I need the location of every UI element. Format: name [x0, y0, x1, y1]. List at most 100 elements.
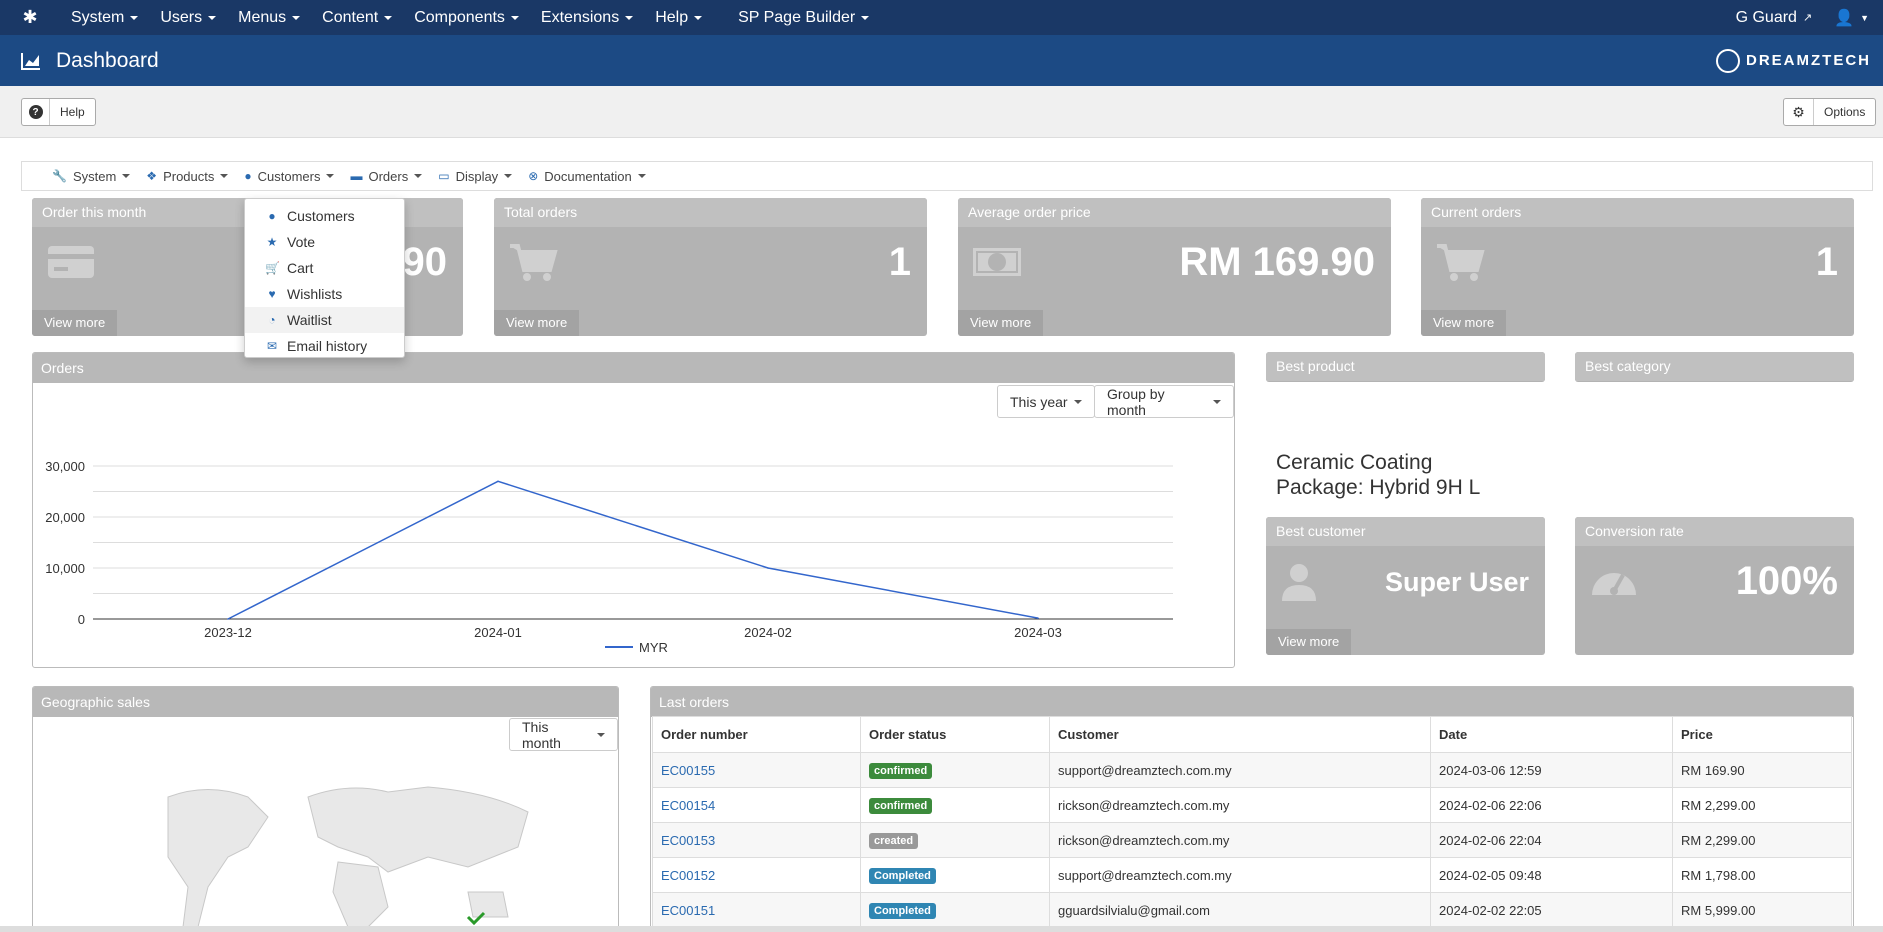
chart-data-point	[767, 567, 769, 569]
chart-y-tick-label: 10,000	[45, 561, 85, 576]
submenu-orders[interactable]: ▬ Orders	[350, 169, 423, 184]
dropdown-item-email-history[interactable]: ✉ Email history	[245, 333, 404, 359]
chart-data-point	[497, 480, 499, 483]
card-conversion-rate: Conversion rate 100%	[1575, 517, 1854, 655]
price-cell: RM 5,999.00	[1672, 892, 1852, 928]
gear-icon: ⚙	[1784, 99, 1814, 125]
monitor-icon: ▭	[438, 169, 450, 183]
caret-down-icon	[292, 15, 301, 20]
customer-cell: support@dreamztech.com.my	[1049, 752, 1431, 788]
caret-down-icon	[597, 732, 605, 737]
shopping-cart-icon	[1437, 244, 1485, 281]
geo-period-select[interactable]: This month	[509, 718, 618, 751]
date-cell: 2024-02-05 09:48	[1430, 857, 1673, 893]
submenu-customers[interactable]: ● Customers	[244, 169, 335, 184]
menu-users[interactable]: Users	[149, 9, 227, 27]
view-more-link[interactable]: View more	[494, 310, 580, 336]
heart-icon: ♥	[268, 287, 276, 301]
site-link[interactable]: G Guard	[1736, 9, 1797, 27]
top-navbar: ✱ System Users Menus Content Components …	[0, 0, 1883, 35]
menu-content[interactable]: Content	[311, 9, 403, 27]
dropdown-item-cart[interactable]: 🛒 Cart	[245, 255, 404, 281]
best-product-name: Ceramic Coating Package: Hybrid 9H L	[1276, 451, 1481, 499]
price-cell: RM 169.90	[1672, 752, 1852, 788]
cubes-icon: ❖	[146, 169, 158, 183]
caret-down-icon	[220, 174, 229, 178]
chart-data-point	[227, 618, 229, 620]
table-row: EC00153 created rickson@dreamztech.com.my 2…	[652, 822, 1852, 858]
joomla-logo-icon[interactable]: ✱	[0, 7, 60, 28]
dropdown-item-customers[interactable]: ● Customers	[245, 203, 404, 229]
dropdown-item-wishlists[interactable]: ♥ Wishlists	[245, 281, 404, 307]
card-best-product: Best product	[1266, 352, 1545, 382]
caret-down-icon	[130, 15, 139, 20]
order-number-link[interactable]: EC00151	[661, 903, 715, 918]
user-icon: ●	[244, 169, 252, 183]
caret-down-icon	[504, 174, 513, 178]
order-number-link[interactable]: EC00154	[661, 798, 715, 813]
card-total-orders: Total orders 1 View more	[494, 198, 927, 336]
order-number-link[interactable]: EC00153	[661, 833, 715, 848]
user-icon[interactable]: 👤	[1834, 8, 1854, 28]
submenu-documentation[interactable]: ⊗ Documentation	[528, 169, 646, 184]
date-cell: 2024-03-06 12:59	[1430, 752, 1673, 788]
caret-down-icon[interactable]: ▼	[1860, 13, 1869, 23]
caret-down-icon	[208, 15, 217, 20]
menu-help[interactable]: Help	[644, 9, 713, 27]
menu-system[interactable]: System	[60, 9, 149, 27]
question-icon: ?	[28, 105, 43, 119]
view-more-link[interactable]: View more	[1421, 310, 1507, 336]
clock-icon: ◔	[268, 313, 276, 327]
caret-down-icon	[510, 15, 519, 20]
status-badge: Completed	[869, 867, 936, 884]
horizontal-scrollbar[interactable]	[0, 926, 1883, 932]
caret-down-icon	[326, 174, 335, 178]
credit-card-icon	[48, 246, 94, 278]
top-menu: System Users Menus Content Components Ex…	[60, 9, 880, 27]
help-button[interactable]: ? Help	[21, 98, 96, 126]
table-row: EC00154 confirmed rickson@dreamztech.com.m…	[652, 787, 1852, 823]
external-link-icon[interactable]: ↗	[1803, 11, 1812, 24]
caret-down-icon	[625, 15, 634, 20]
card-current-orders: Current orders 1 View more	[1421, 198, 1854, 336]
date-cell: 2024-02-02 22:05	[1430, 892, 1673, 928]
order-number-link[interactable]: EC00155	[661, 763, 715, 778]
chart-x-tick-label: 2024-03	[1014, 625, 1062, 640]
submenu-display[interactable]: ▭ Display	[438, 169, 513, 184]
last-orders-table: Order number Order status Customer Date …	[652, 716, 1852, 928]
caret-down-icon	[694, 15, 703, 20]
credit-card-icon: ▬	[350, 169, 363, 183]
caret-down-icon	[384, 15, 393, 20]
user-area: G Guard ↗ 👤 ▼	[1730, 8, 1883, 28]
submenu-system[interactable]: 🔧 System	[52, 169, 131, 184]
chart-x-tick-label: 2024-02	[744, 625, 792, 640]
page-header: Dashboard DREAMZTECH	[0, 35, 1883, 86]
view-more-link[interactable]: View more	[32, 310, 118, 336]
caret-down-icon	[637, 174, 646, 178]
menu-extensions[interactable]: Extensions	[530, 9, 644, 27]
options-button[interactable]: ⚙ Options	[1783, 98, 1877, 126]
submenu-products[interactable]: ❖ Products	[146, 169, 229, 184]
shopping-cart-icon: 🛒	[265, 261, 280, 275]
menu-sp-page-builder[interactable]: SP Page Builder	[727, 9, 880, 27]
customer-cell: gguardsilvialu@gmail.com	[1049, 892, 1431, 928]
dropdown-item-vote[interactable]: ★ Vote	[245, 229, 404, 255]
chart-y-tick-label: 0	[78, 612, 85, 627]
toolbar: ? Help ⚙ Options	[0, 86, 1883, 138]
tachometer-icon	[1592, 573, 1636, 595]
world-map	[167, 786, 529, 927]
price-cell: RM 1,798.00	[1672, 857, 1852, 893]
card-best-customer: Best customer Super User View more	[1266, 517, 1545, 655]
view-more-link[interactable]: View more	[1266, 629, 1352, 655]
chart-data-point	[1037, 617, 1039, 619]
chart-y-tick-label: 20,000	[45, 510, 85, 525]
card-average-order-price: Average order price RM 169.90 View more	[958, 198, 1391, 336]
order-number-link[interactable]: EC00152	[661, 868, 715, 883]
view-more-link[interactable]: View more	[958, 310, 1044, 336]
shopping-cart-icon	[510, 244, 558, 281]
card-best-category: Best category	[1575, 352, 1854, 382]
menu-menus[interactable]: Menus	[227, 9, 311, 27]
dropdown-item-waitlist[interactable]: ◔ Waitlist	[245, 307, 404, 333]
menu-components[interactable]: Components	[403, 9, 530, 27]
table-row: EC00151 Completed gguardsilvialu@gmail.com…	[652, 892, 1852, 928]
